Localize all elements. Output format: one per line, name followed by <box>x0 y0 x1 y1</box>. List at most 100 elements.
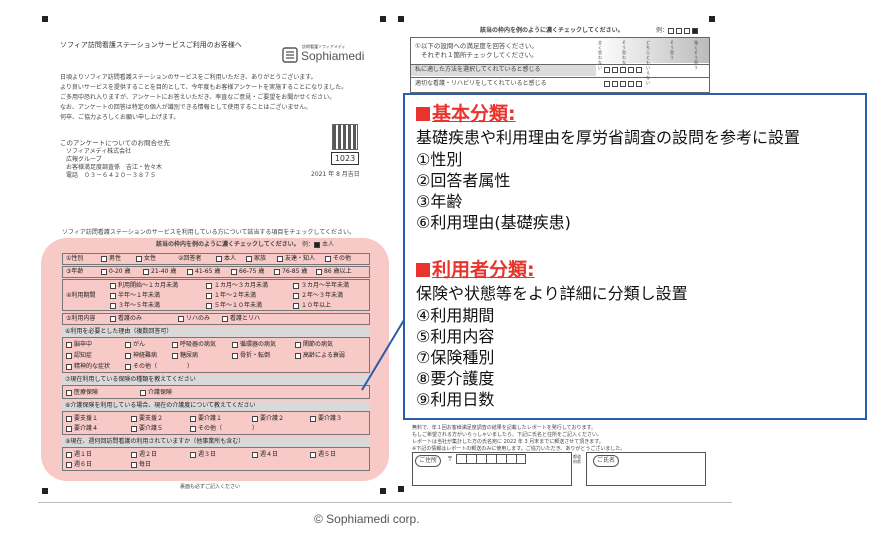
q6-option[interactable]: 精神的な症状 <box>66 362 110 371</box>
q6-option[interactable]: その他（ ） <box>125 362 193 371</box>
contact-title: このアンケートについてのお問合せ先 <box>60 139 171 147</box>
q6-option[interactable]: 循環器の病気 <box>232 340 276 349</box>
basic-item: ②回答者属性 <box>416 171 511 190</box>
q9-header: ⑨現在、週何回訪問看護の利用されていますか（他事業所も含む） <box>62 437 370 447</box>
q6-option[interactable]: 認知症 <box>66 351 92 360</box>
item-checkboxes[interactable] <box>604 80 644 88</box>
q1-option[interactable]: 女性 <box>136 254 156 263</box>
q5-option[interactable]: 看護のみ <box>110 314 142 323</box>
q6-option[interactable]: 呼吸器の病気 <box>172 340 216 349</box>
q3-option[interactable]: 21-40 歳 <box>143 267 176 276</box>
q7-option[interactable]: 介護保険 <box>140 388 172 397</box>
contact-line: 電話 ０３－６４２０－３８７５ <box>66 172 157 179</box>
registration-mark <box>398 16 404 22</box>
q5-label: ⑤利用内容 <box>66 315 96 322</box>
user-item: ⑧要介護度 <box>416 369 495 388</box>
footer-note: 裏面も必ずご記入ください <box>180 484 241 490</box>
q6-option[interactable]: がん <box>125 340 145 349</box>
q8-option[interactable]: 要支援１ <box>66 414 98 423</box>
copyright: © Sophiamedi corp. <box>314 512 420 526</box>
q4-option[interactable]: ３年～５年未満 <box>110 301 160 310</box>
registration-mark <box>380 488 386 494</box>
report-line: もしご希望される方がいらっしゃいましたら、下記に氏名と住所をご記入ください。 <box>412 432 603 438</box>
classification-callout: 基本分類: 基礎疾患や利用理由を厚労省調査の設問を参考に設置 ①性別 ②回答者属… <box>403 93 867 420</box>
q2-option[interactable]: その他 <box>325 254 351 263</box>
intro-line: より良いサービスを提供することを目的として、今年度もお客様アンケートを実施するこ… <box>60 84 348 91</box>
q6-option[interactable]: 糖尿病 <box>172 351 198 360</box>
user-classification-title: 利用者分類: <box>416 259 535 281</box>
basic-item: ⑥利用理由(基礎疾患) <box>416 213 571 232</box>
q4-option[interactable]: ２年～３年未満 <box>293 291 343 300</box>
q5-option[interactable]: リハのみ <box>178 314 210 323</box>
q3-option[interactable]: 41-65 歳 <box>187 267 220 276</box>
q6-option[interactable]: 神経難病 <box>125 351 157 360</box>
intro-paragraph: 日頃よりソフィア訪問看護ステーションのサービスをご利用いただき、ありがとうござい… <box>60 73 370 123</box>
q8-option[interactable]: 要介護２ <box>252 414 284 423</box>
bottom-divider <box>38 502 732 503</box>
q3-option[interactable]: 86 歳以上 <box>316 267 352 276</box>
q4-option[interactable]: 利用開始～１カ月未満 <box>110 281 178 290</box>
q4-option[interactable]: ５年～１０年未満 <box>206 301 262 310</box>
report-line: 無料で、年１回お客様満足度調査の結果を記載したレポートを発行しております。 <box>412 425 597 431</box>
q6-option[interactable]: 脳卒中 <box>66 340 92 349</box>
q8-option[interactable]: 要介護５ <box>131 424 163 433</box>
q9-option[interactable]: 週６日 <box>66 460 92 469</box>
q9-option[interactable]: 週２日 <box>131 450 157 459</box>
q6-option[interactable]: 骨折・転倒 <box>232 351 270 360</box>
q4-option[interactable]: １年～２年未満 <box>206 291 256 300</box>
q8-option[interactable]: 要介護１ <box>190 414 222 423</box>
q2-option[interactable]: 本人 <box>216 254 236 263</box>
intro-line: ご多用中恐れ入りますが、アンケートにお答えいただき、率直なご意見・ご要望をお聞か… <box>60 94 336 101</box>
q8-option[interactable]: その他（ ） <box>190 424 258 433</box>
q4-label: ④利用期間 <box>66 292 96 299</box>
example-checkbox <box>314 241 321 248</box>
q1-option[interactable]: 男性 <box>101 254 121 263</box>
q4-option[interactable]: 半年～１年未満 <box>110 291 160 300</box>
registration-mark <box>709 16 715 22</box>
q8-option[interactable]: 要支援２ <box>131 414 163 423</box>
q3-option[interactable]: 76-85 歳 <box>274 267 307 276</box>
item-label: 適切な看護・リハビリをしてくれていると感じる <box>415 80 547 87</box>
scale-label: 強くそう思う <box>694 40 698 70</box>
q4-option[interactable]: １０年以上 <box>293 301 331 310</box>
postal-code-boxes[interactable] <box>456 454 526 464</box>
q7-option[interactable]: 医療保険 <box>66 388 98 397</box>
question-line: ①以下の設問への満足度を回答ください。 <box>415 42 538 50</box>
contact-block: このアンケートについてのお問合せ先 ソフィアメディ株式会社 広報グループ お客様… <box>60 138 260 180</box>
q8-option[interactable]: 要介護３ <box>310 414 342 423</box>
q2-option[interactable]: 友達・知人 <box>277 254 315 263</box>
name-label: ご氏名 <box>593 455 620 467</box>
q9-option[interactable]: 週５日 <box>310 450 336 459</box>
prefecture-label: 都道府県 <box>573 454 581 464</box>
q3-option[interactable]: 66-75 歳 <box>231 267 264 276</box>
q9-option[interactable]: 週３日 <box>190 450 216 459</box>
logo-text: Sophiamedi <box>301 49 365 63</box>
q9-option[interactable]: 週４日 <box>252 450 278 459</box>
q3-option[interactable]: 0-20 歳 <box>101 267 131 276</box>
report-request-block: 無料で、年１回お客様満足度調査の結果を記載したレポートを発行しております。 もし… <box>412 425 702 453</box>
q1-label: ①性別 <box>66 255 84 262</box>
user-classification-desc: 保険や状態等をより詳細に分類し設置 <box>416 284 688 303</box>
scale-header <box>596 38 709 63</box>
q5-option[interactable]: 看護とリハ <box>222 314 260 323</box>
q4-option[interactable]: ３カ月～半年未満 <box>293 281 349 290</box>
survey-title: ソフィア訪問看護ステーションサービスご利用のお客様へ <box>60 41 242 49</box>
basic-classification-desc: 基礎疾患や利用理由を厚労省調査の設問を参考に設置 <box>416 128 801 147</box>
basic-item: ③年齢 <box>416 192 463 211</box>
q8-option[interactable]: 要介護４ <box>66 424 98 433</box>
basic-item: ①性別 <box>416 150 463 169</box>
q2-option[interactable]: 家族 <box>246 254 266 263</box>
survey-instruction: ソフィア訪問看護ステーションのサービスを利用している方について該当する項目をチェ… <box>62 229 356 236</box>
user-item: ⑨利用日数 <box>416 390 495 409</box>
q7-header: ⑦現在利用している保険の種類を教えてください <box>62 375 370 385</box>
item-checkboxes[interactable] <box>604 66 644 74</box>
q3-label: ③年齢 <box>66 268 84 275</box>
q6-option[interactable]: 関節の病気 <box>295 340 333 349</box>
survey-date: 2021 年 8 月吉日 <box>311 171 360 178</box>
logo-mark-icon <box>282 47 298 63</box>
q6-option[interactable]: 高齢による衰弱 <box>295 351 345 360</box>
q4-option[interactable]: １カ月～３カ月未満 <box>206 281 268 290</box>
scale-label: そう思う <box>670 40 674 60</box>
q9-option[interactable]: 週１日 <box>66 450 92 459</box>
q9-option[interactable]: 毎日 <box>131 460 151 469</box>
